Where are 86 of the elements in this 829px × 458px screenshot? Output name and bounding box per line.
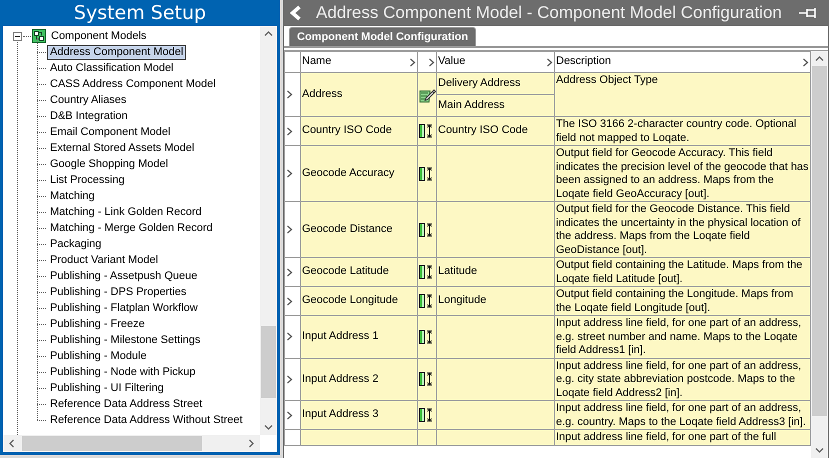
tree-item[interactable]: Publishing - Freeze [47, 316, 148, 332]
description-text: Input address line field, for one part of an address, e.g. street number and name. Maps to the Loqate field Address1 [in]. [556, 317, 802, 356]
tree-item[interactable]: Matching [47, 188, 98, 204]
panel-title: System Setup [3, 0, 277, 26]
tree-item[interactable]: Auto Classification Model [47, 60, 177, 76]
tree-item[interactable]: List Processing [47, 172, 128, 188]
column-header[interactable]: Name [302, 55, 332, 69]
row-expand-icon[interactable] [286, 126, 293, 136]
field-icon [419, 371, 434, 388]
tree-item[interactable]: Publishing - DPS Properties [47, 284, 190, 300]
tree-item[interactable]: Country Aliases [47, 92, 130, 108]
field-icon [419, 222, 434, 238]
description-text: The ISO 3166 2-character country code. Optional field not mapped to Loqate. [556, 118, 796, 144]
tree-item[interactable]: Packaging [47, 236, 104, 252]
value-text: Latitude [437, 265, 478, 279]
tree-item[interactable]: Matching - Merge Golden Record [47, 220, 216, 236]
field-icon [419, 293, 434, 309]
tree-item[interactable]: Matching - Link Golden Record [47, 204, 205, 220]
component-icon [32, 29, 46, 43]
row-expand-icon[interactable] [286, 332, 293, 342]
tree-item[interactable]: Reference Data Address Street [47, 396, 206, 412]
field-icon [419, 166, 434, 182]
description-text: Input address line field, for one part of an address, e.g. country. Maps to the Loqate field Address3 [in]. [556, 402, 806, 428]
column-chevron-icon[interactable] [409, 58, 416, 66]
tree-item[interactable]: Email Component Model [47, 124, 174, 140]
field-icon [419, 264, 434, 280]
description-text: Address Object Type [556, 74, 658, 86]
tree-item[interactable]: Component Models [48, 28, 150, 44]
field-name: Geocode Distance [302, 222, 392, 235]
tree-item[interactable]: CASS Address Component Model [47, 76, 219, 92]
field-name: Input Address 1 [302, 330, 378, 342]
tree-item[interactable]: Publishing - UI Filtering [47, 380, 167, 396]
row-expand-icon[interactable] [286, 268, 293, 276]
tree-item[interactable]: Address Component Model [47, 44, 186, 60]
collapse-icon[interactable] [13, 32, 22, 40]
vertical-scrollbar[interactable] [260, 26, 277, 435]
value-text: Delivery Address [437, 76, 522, 91]
scrollbar-thumb[interactable] [22, 436, 202, 451]
description-text: Output field containing the Latitude. Maps from the Loqate field Latitude [out]. [556, 259, 802, 284]
tree-item[interactable]: D&B Integration [47, 108, 131, 124]
tree-item[interactable]: Product Variant Model [47, 252, 162, 268]
description-text: Output field containing the Longitude. Maps from the Loqate field Longitude [out]. [556, 288, 794, 314]
column-chevron-icon[interactable] [802, 58, 809, 66]
field-name: Geocode Longitude [302, 294, 398, 306]
description-text: Output field for Geocode Accuracy. This field indicates the precision level of the geocode that has been assigned to an address. Maps from the Loqate field GeoAccuracy [out]. [556, 147, 809, 200]
scrollbar-thumb[interactable] [812, 66, 827, 416]
field-icon [419, 123, 434, 139]
panel-title: Address Component Model - Component Model Configuration [316, 3, 783, 23]
pencil-note-icon [419, 86, 436, 102]
tree-item[interactable]: Google Shopping Model [47, 156, 172, 172]
horizontal-scrollbar[interactable] [3, 435, 260, 452]
row-expand-icon[interactable] [286, 169, 293, 178]
value-text: Main Address [437, 94, 554, 116]
tree-item[interactable]: Publishing - Milestone Settings [47, 332, 204, 348]
field-name: Geocode Latitude [302, 265, 389, 278]
row-expand-icon[interactable] [286, 374, 293, 384]
field-name: Geocode Accuracy [302, 166, 394, 179]
column-header[interactable]: Description [556, 55, 612, 69]
tree-item[interactable]: External Stored Assets Model [47, 140, 198, 156]
tree-item[interactable]: Publishing - Assetpush Queue [47, 268, 200, 284]
field-name: Address [302, 88, 342, 100]
tree-item[interactable]: Publishing - Module [47, 348, 150, 364]
row-expand-icon[interactable] [286, 225, 293, 234]
value-text: Country ISO Code [437, 124, 529, 138]
vertical-scrollbar[interactable] [811, 51, 828, 458]
value-text: Longitude [437, 294, 488, 308]
tree-item[interactable]: Publishing - Flatplan Workflow [47, 300, 201, 316]
field-name: Country ISO Code [302, 124, 392, 136]
field-name: Input Address 2 [302, 372, 378, 384]
column-chevron-icon[interactable] [546, 58, 553, 66]
description-text: Output field for the Geocode Distance. This field indicates the uncertainty in the physical location of the address. Maps from the Loqate field GeoDistance [out]. [556, 203, 801, 256]
column-chevron-icon[interactable] [428, 58, 435, 66]
description-text: Input address line field, for one part of the full [556, 431, 776, 443]
description-text: Input address line field, for one part of an address, e.g. city state abbreviation postcode. Maps to the Loqate field Address2 [in]. [556, 360, 802, 398]
tree-item[interactable]: Publishing - Node with Pickup [47, 364, 199, 380]
back-icon[interactable] [290, 5, 302, 21]
field-icon [419, 328, 434, 345]
scrollbar-thumb[interactable] [261, 326, 276, 398]
row-expand-icon[interactable] [286, 90, 293, 99]
tree-item[interactable]: Reference Data Address Without Street [47, 412, 246, 428]
row-expand-icon[interactable] [286, 296, 293, 306]
field-icon [419, 407, 434, 423]
column-header[interactable]: Value [438, 55, 466, 69]
row-expand-icon[interactable] [286, 410, 293, 420]
tab[interactable]: Component Model Configuration [289, 27, 476, 46]
field-name: Input Address 3 [302, 408, 378, 420]
